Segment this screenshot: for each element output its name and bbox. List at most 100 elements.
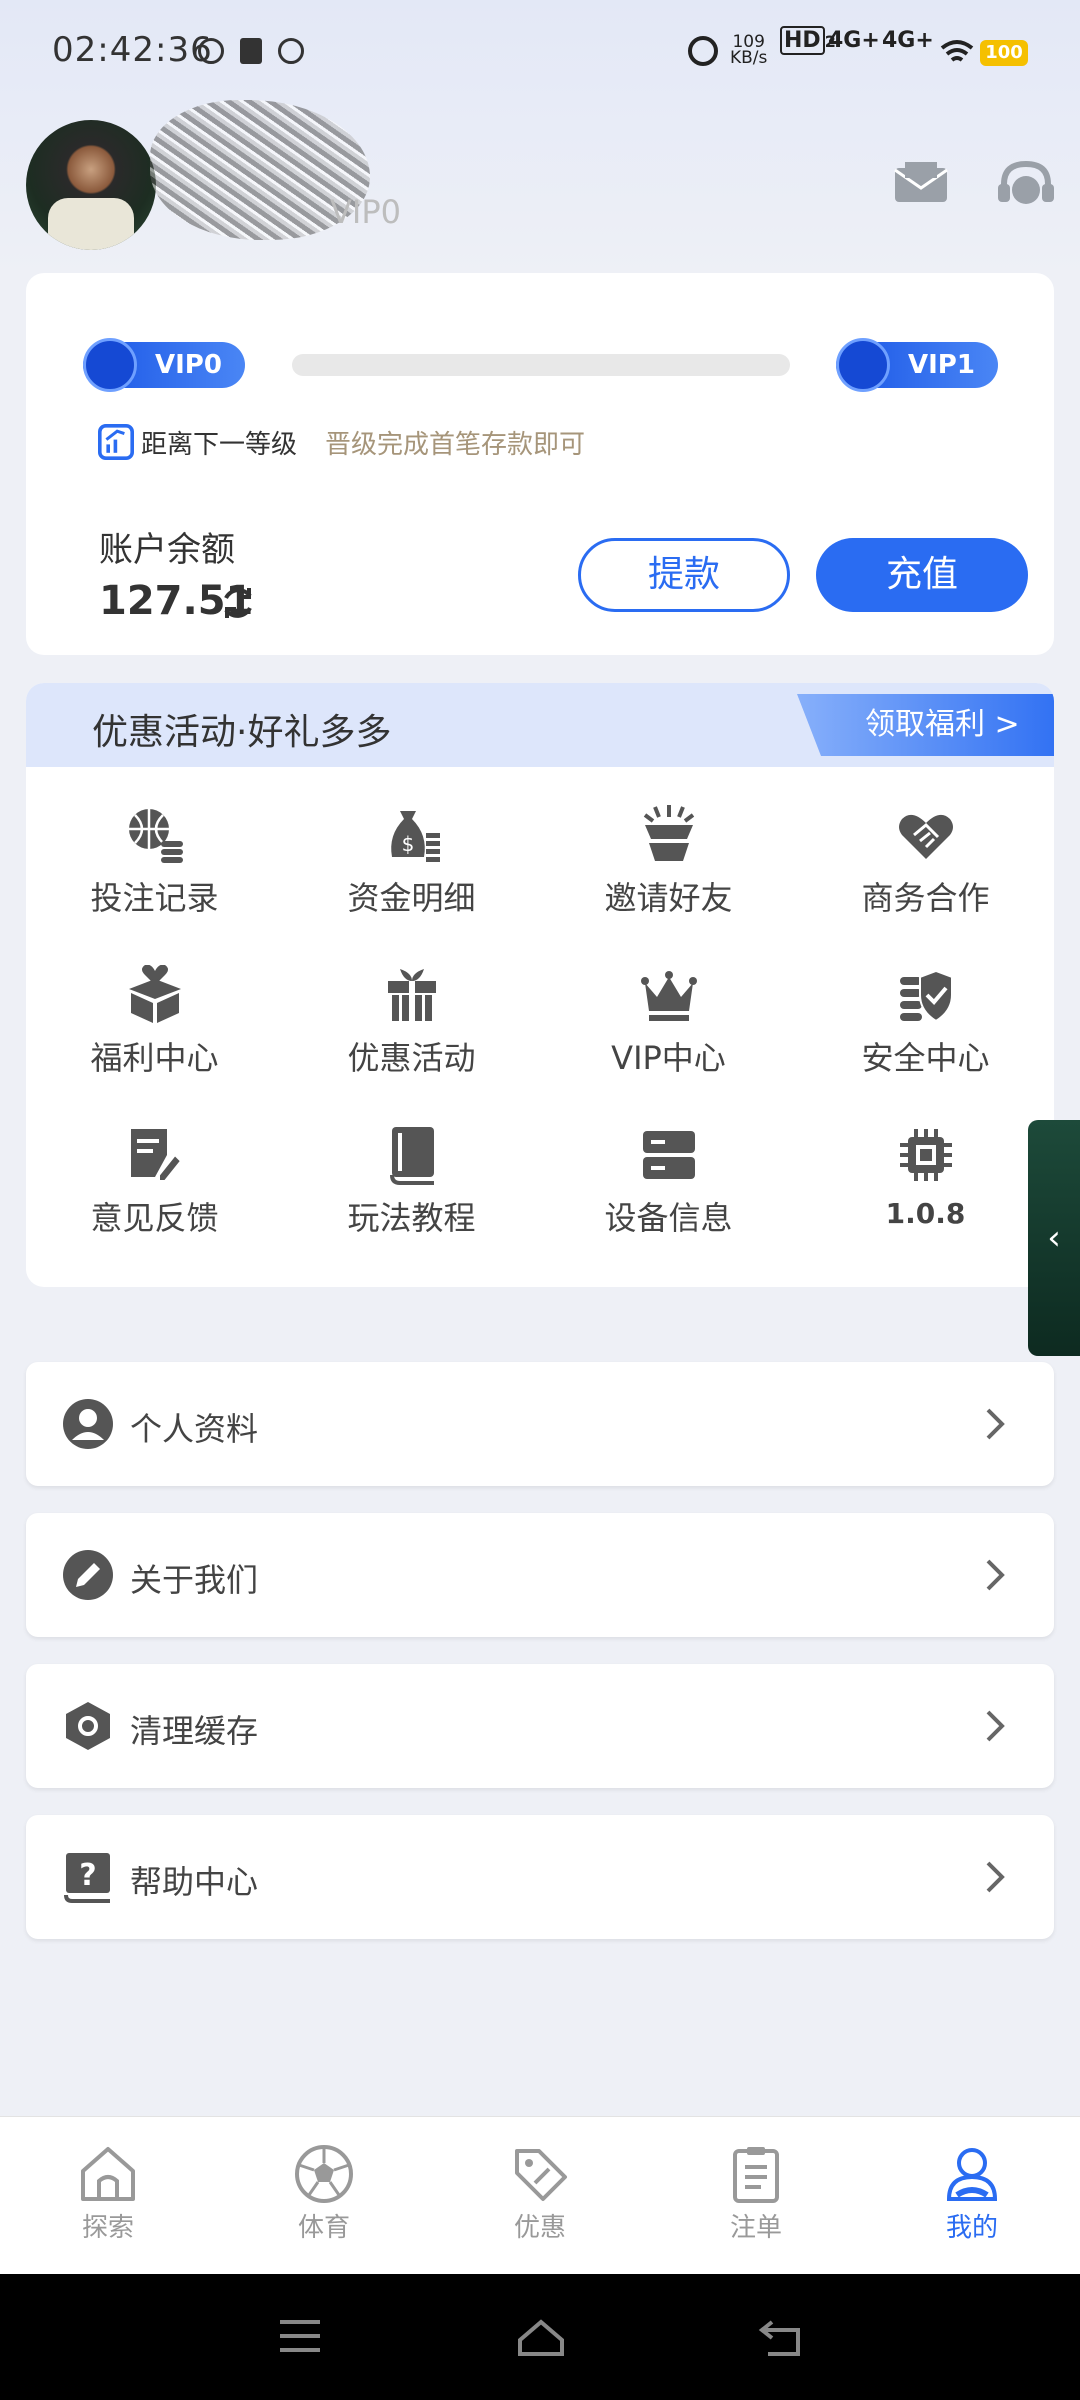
pencil-circle-icon [63,1550,113,1600]
nav-me[interactable]: 我的 [864,2117,1080,2275]
user-icon [946,2148,998,2201]
grid-item-fund-details[interactable]: $ 资金明细 [283,805,540,955]
heart-handshake-icon [898,814,953,859]
grid-label: 资金明细 [347,879,476,917]
grid-label: 意见反馈 [90,1199,219,1237]
net-speed: 109 KB/s [730,34,768,68]
nav-label: 探索 [81,2213,134,2243]
nav-orders[interactable]: 注单 [648,2117,864,2275]
grid-label: 邀请好友 [604,879,733,917]
money-bag-icon: $ [390,811,440,862]
stop-icon [278,38,304,64]
balance-label: 账户余额 [99,530,235,570]
help-book-icon: ? [64,1853,110,1903]
grid-label: 投注记录 [90,879,219,917]
svg-text:?: ? [79,1858,96,1893]
home-system-icon[interactable] [516,2318,566,2358]
menu-icon[interactable] [278,2318,322,2354]
nav-label: 优惠 [513,2213,566,2243]
grid-label: 福利中心 [90,1039,219,1077]
feedback-edit-icon [130,1129,182,1182]
net-speed-unit: KB/s [730,48,768,68]
grid-item-welfare-center[interactable]: 福利中心 [26,965,283,1115]
server-icon [642,1131,695,1179]
avatar[interactable] [26,120,156,250]
grid-item-device-info[interactable]: 设备信息 [540,1125,797,1275]
refresh-icon[interactable] [219,584,257,622]
chip-icon [899,1129,952,1181]
nav-label: 我的 [945,2213,998,2243]
grid-label: 安全中心 [861,1039,990,1077]
next-level-label: 距离下一等级 [141,430,298,460]
signal-2: 4G+ [882,28,934,53]
list-item-profile[interactable]: 个人资料 [26,1362,1054,1486]
soccer-ball-icon [295,2145,353,2203]
nav-label: 注单 [729,2213,782,2243]
home-icon [81,2147,135,2201]
vip-progress-bar [292,354,790,376]
grid-label: 优惠活动 [347,1039,476,1077]
wifi-icon [940,40,974,62]
mail-icon[interactable] [893,162,949,204]
next-level-desc: 晋级完成首笔存款即可 [325,430,586,460]
hd-label: HD [780,26,825,55]
grid-item-version: 1.0.8 [797,1125,1054,1275]
claim-benefits-button[interactable]: 领取福利 > [797,694,1054,756]
nav-label: 体育 [297,2213,350,2243]
deposit-button[interactable]: 充值 [816,538,1028,612]
nav-offers[interactable]: 优惠 [432,2117,648,2275]
invite-gift-icon [643,805,694,861]
status-time: 02:42:36 [52,30,213,70]
chevron-right-icon [986,1408,1005,1440]
nav-sports[interactable]: 体育 [216,2117,432,2275]
diamond-icon [83,338,137,392]
hexagon-icon [66,1702,110,1750]
grid-item-invite-friends[interactable]: 邀请好友 [540,805,797,955]
next-vip-badge: VIP1 [836,338,998,392]
svg-text:$: $ [401,832,414,856]
list-item-help[interactable]: ? 帮助中心 [26,1815,1054,1939]
clipboard-check-icon [240,38,262,64]
side-drawer-tab[interactable]: ‹ [1028,1120,1080,1356]
grid-item-feedback[interactable]: 意见反馈 [26,1125,283,1275]
grid-item-tutorial[interactable]: 玩法教程 [283,1125,540,1275]
status-bar: 02:42:36 109 KB/s HD 2 4G+ 4G+ 100 [0,0,1080,100]
chevron-right-icon [986,1710,1005,1742]
features-card: 优惠活动·好礼多多 领取福利 > 投注记录 $ 资金明细 邀请好友 商务合作 福… [26,683,1054,1287]
tag-icon [515,2149,567,2201]
heart-box-icon [128,965,181,1023]
signal-1: 4G+ [828,28,880,53]
level-up-icon [98,424,134,460]
grid-item-security-center[interactable]: 安全中心 [797,965,1054,1115]
customer-service-icon[interactable] [996,160,1056,210]
list-item-label: 个人资料 [130,1410,259,1448]
list-item-about[interactable]: 关于我们 [26,1513,1054,1637]
grid-label: 设备信息 [604,1199,733,1237]
crown-icon [640,971,697,1021]
list-item-clear-cache[interactable]: 清理缓存 [26,1664,1054,1788]
back-icon[interactable] [758,2318,802,2358]
grid-label: 商务合作 [861,879,990,917]
book-icon [389,1127,434,1185]
next-vip-label: VIP1 [908,350,975,380]
nav-explore[interactable]: 探索 [0,2117,216,2275]
grid-item-business[interactable]: 商务合作 [797,805,1054,955]
grid-label: VIP中心 [611,1039,726,1077]
shield-check-icon [899,969,953,1023]
list-item-label: 帮助中心 [130,1863,259,1901]
avatar-jersey [48,198,134,250]
bottom-nav: 探索 体育 优惠 注单 我的 [0,2116,1080,2274]
withdraw-button[interactable]: 提款 [578,538,790,612]
alarm-icon [688,36,718,66]
list-item-label: 清理缓存 [130,1712,259,1750]
basketball-coins-icon [128,809,183,863]
diamond-icon [836,338,890,392]
grid-item-promotions[interactable]: 优惠活动 [283,965,540,1115]
grid-label: 玩法教程 [347,1199,476,1237]
user-circle-icon [63,1399,113,1449]
k-icon [198,38,224,64]
grid-item-vip-center[interactable]: VIP中心 [540,965,797,1115]
promo-title: 优惠活动·好礼多多 [92,712,392,753]
grid-item-bet-records[interactable]: 投注记录 [26,805,283,955]
current-vip-label: VIP0 [155,350,222,380]
